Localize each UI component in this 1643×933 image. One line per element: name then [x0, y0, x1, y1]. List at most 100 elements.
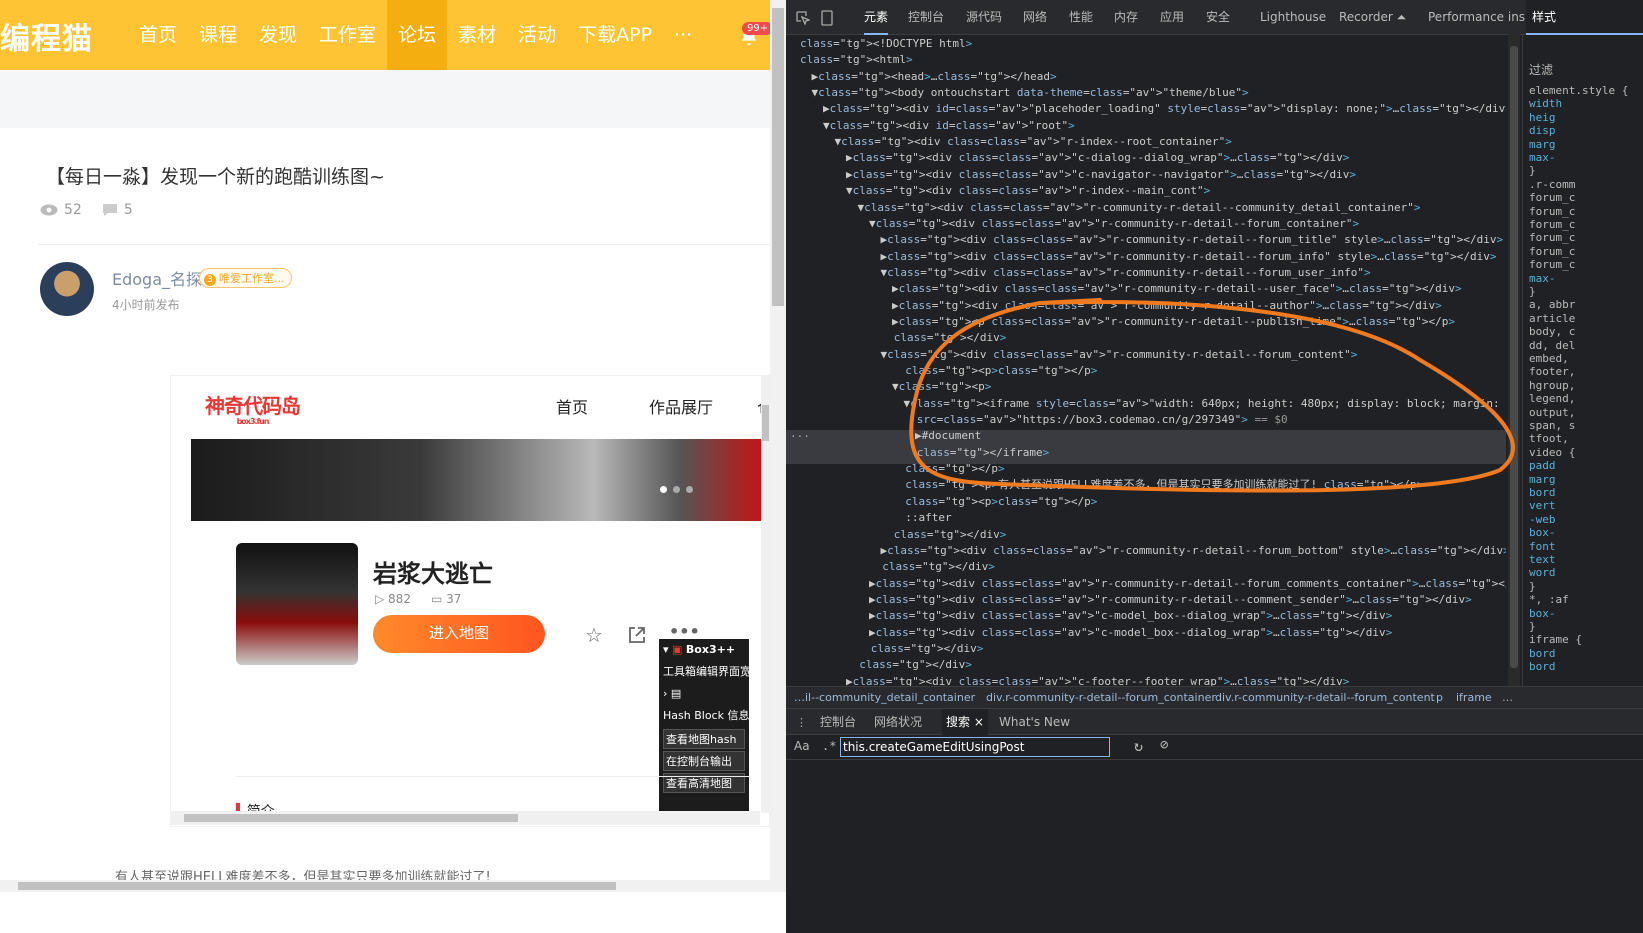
style-rule-line[interactable]: forum_c — [1529, 218, 1575, 231]
style-rule-line[interactable]: element.style { — [1529, 84, 1628, 97]
page-horizontal-scrollbar[interactable] — [0, 880, 786, 892]
iframe-horizontal-scrollbar[interactable] — [170, 811, 760, 825]
view-map-hash-button[interactable]: 查看地图hash — [663, 729, 745, 749]
share-icon[interactable] — [627, 625, 647, 645]
dom-node-line[interactable]: ▶class="tg"><div class=class="av">"c-mod… — [869, 608, 1392, 624]
embedded-iframe[interactable]: 神奇代码岛box3.fun 首页 作品展厅 仓 岩浆大逃亡 ▷ 882 ▭ 37… — [170, 375, 770, 827]
dom-node-line[interactable]: ▶class="tg"><div class=class="av">"r-com… — [892, 298, 1442, 314]
banner-dot[interactable] — [686, 486, 693, 493]
style-rule-line[interactable]: padd — [1529, 459, 1556, 472]
nav-item-home[interactable]: 首页 — [128, 0, 188, 70]
style-rule-line[interactable]: vert — [1529, 499, 1556, 512]
dom-node-line[interactable]: ▶class="tg"><head>…class="tg"></head> — [812, 69, 1057, 85]
drawer-tab-network-conditions[interactable]: 网络状况 — [874, 709, 922, 736]
dom-node-line[interactable]: ▶class="tg"><div class=class="av">"c-dia… — [846, 150, 1349, 166]
breadcrumb-item[interactable]: iframe — [1456, 687, 1492, 708]
author-name[interactable]: Edoga_名探 — [112, 266, 202, 290]
dom-node-line[interactable]: ▼class="tg"><div class=class="av">"r-com… — [881, 347, 1358, 363]
search-input[interactable] — [840, 737, 1110, 757]
dom-node-line[interactable]: class="tg"></div> — [881, 527, 1007, 543]
tab-lighthouse[interactable]: Lighthouse — [1260, 0, 1326, 35]
regex-toggle[interactable]: .* — [822, 739, 836, 753]
style-rule-line[interactable]: article — [1529, 312, 1575, 325]
device-toolbar-icon[interactable] — [820, 10, 834, 26]
ext-row-toolbox[interactable]: 工具箱编辑界面宽度 — [659, 661, 749, 683]
tab-sources[interactable]: 源代码 — [966, 0, 1002, 35]
banner-dot[interactable] — [673, 486, 680, 493]
dom-node-line[interactable]: ▼class="tg"><div class=class="av">"r-com… — [881, 265, 1371, 281]
drawer-menu-icon[interactable]: ⋮ — [796, 709, 807, 736]
breadcrumb-item[interactable]: div.r-community-r-detail--forum_content — [1215, 687, 1435, 708]
dom-node-line[interactable]: ▶class="tg"><div class=class="av">"c-foo… — [846, 674, 1349, 686]
style-rule-line[interactable]: } — [1529, 580, 1536, 593]
nav-item-assets[interactable]: 素材 — [447, 0, 507, 70]
dom-node-line[interactable]: class="tg"><p>有人甚至说跟HELL难度差不多，但是其实只要多加训练… — [892, 477, 1423, 493]
dom-node-line[interactable]: ▶#document — [915, 428, 981, 444]
tab-performance[interactable]: 性能 — [1069, 0, 1093, 35]
tab-application[interactable]: 应用 — [1160, 0, 1184, 35]
tab-security[interactable]: 安全 — [1206, 0, 1230, 35]
style-rule-line[interactable]: dd, del — [1529, 339, 1575, 352]
styles-filter[interactable]: 过滤 — [1529, 64, 1553, 77]
embed-nav-home[interactable]: 首页 — [556, 394, 588, 418]
dom-node-line[interactable]: ▶class="tg"><div id=class="av">"placehod… — [823, 101, 1506, 117]
style-rule-line[interactable]: max- — [1529, 272, 1556, 285]
dom-node-line[interactable]: ▼class="tg"><div class=class="av">"r-ind… — [835, 134, 1232, 150]
dom-node-line[interactable]: class="tg"></div> — [881, 330, 1007, 346]
drawer-tab-whats-new[interactable]: What's New — [999, 709, 1070, 736]
dom-node-line[interactable]: src=class="av">"https://box3.codemao.cn/… — [904, 412, 1288, 428]
tab-styles[interactable]: 样式 — [1526, 0, 1643, 35]
nav-item-events[interactable]: 活动 — [507, 0, 567, 70]
style-rule-line[interactable]: marg — [1529, 138, 1556, 151]
embed-logo[interactable]: 神奇代码岛 box3.fun — [205, 390, 301, 426]
scrollbar-thumb[interactable] — [18, 882, 616, 890]
console-output-button[interactable]: 在控制台输出 — [663, 751, 745, 771]
nav-item-courses[interactable]: 课程 — [188, 0, 248, 70]
embed-nav-gallery[interactable]: 作品展厅 — [649, 394, 713, 418]
breadcrumb-item[interactable]: …il--community_detail_container — [794, 687, 975, 708]
clear-icon[interactable]: ⊘ — [1160, 737, 1168, 753]
inspect-element-icon[interactable] — [796, 11, 810, 25]
style-rule-line[interactable]: hgroup, — [1529, 379, 1575, 392]
style-rule-line[interactable]: disp — [1529, 124, 1556, 137]
ext-title-row[interactable]: ▾ ▣ Box3++ — [659, 639, 749, 661]
banner-dot[interactable] — [660, 486, 667, 493]
dom-node-line[interactable]: ▶class="tg"><div class=class="av">"r-com… — [881, 249, 1497, 265]
scrollbar-thumb[interactable] — [184, 814, 518, 822]
dom-node-line[interactable]: ▼class="tg"><iframe style=class="av">"wi… — [904, 396, 1507, 412]
tab-memory[interactable]: 内存 — [1114, 0, 1138, 35]
breadcrumb-item[interactable]: p — [1436, 687, 1443, 708]
style-rule-line[interactable]: forum_c — [1529, 258, 1575, 271]
dom-node-line[interactable]: ▶class="tg"><p class=class="av">"r-commu… — [892, 314, 1455, 330]
game-thumbnail[interactable] — [236, 543, 358, 665]
dom-node-line[interactable]: ▶class="tg"><div class=class="av">"r-com… — [869, 592, 1472, 608]
style-rule-line[interactable]: forum_c — [1529, 245, 1575, 258]
dom-node-line[interactable]: class="tg"></p> — [892, 461, 1004, 477]
style-rule-line[interactable]: marg — [1529, 473, 1556, 486]
style-rule-line[interactable]: } — [1529, 164, 1536, 177]
tab-recorder[interactable]: Recorder ⏶ — [1339, 0, 1406, 35]
scrollbar-thumb[interactable] — [1510, 46, 1518, 668]
style-rule-line[interactable]: legend, — [1529, 392, 1575, 405]
dom-node-line[interactable]: class="tg"></div> — [869, 559, 995, 575]
tab-elements[interactable]: 元素 — [864, 0, 889, 35]
style-rule-line[interactable]: bord — [1529, 486, 1556, 499]
tab-console[interactable]: 控制台 — [908, 0, 944, 35]
style-rule-line[interactable]: .r-comm — [1529, 178, 1575, 191]
style-rule-line[interactable]: } — [1529, 620, 1536, 633]
dom-node-line[interactable]: ▶class="tg"><div class=class="av">"r-com… — [881, 232, 1507, 248]
style-rule-line[interactable]: iframe { — [1529, 633, 1582, 646]
style-rule-line[interactable]: a, abbr — [1529, 298, 1575, 311]
drawer-tab-search[interactable]: 搜索 × — [942, 709, 988, 736]
dom-node-line[interactable]: class="tg"><p>class="tg"></p> — [892, 494, 1097, 510]
style-rule-line[interactable]: heig — [1529, 111, 1556, 124]
style-rule-line[interactable]: *, :af — [1529, 593, 1569, 606]
dom-node-line[interactable]: ▼class="tg"><div class=class="av">"r-com… — [858, 200, 1421, 216]
dom-node-line[interactable]: ▶class="tg"><div class=class="av">"r-com… — [869, 576, 1506, 592]
embed-banner[interactable] — [191, 439, 766, 521]
dom-node-line[interactable]: ▼class="tg"><p> — [892, 379, 991, 395]
style-rule-line[interactable]: -web — [1529, 513, 1556, 526]
dom-node-line[interactable]: ▼class="tg"><div id=class="av">"root"> — [823, 118, 1075, 134]
dom-node-line[interactable]: class="tg"><p>class="tg"></p> — [892, 363, 1097, 379]
style-rule-line[interactable]: bord — [1529, 660, 1556, 673]
